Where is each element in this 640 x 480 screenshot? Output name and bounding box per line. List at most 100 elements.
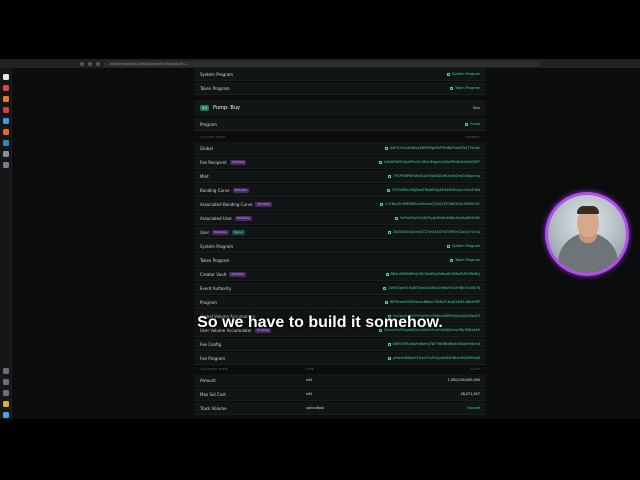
- account-row: Fee Recipient Writable CebN5WGQ4jvEPvsVU4E…: [194, 156, 486, 169]
- sidebar-app-icon[interactable]: [3, 401, 9, 407]
- account-address-link[interactable]: Token Program: [449, 86, 480, 90]
- sidebar-app-icon[interactable]: [3, 368, 9, 374]
- copy-icon[interactable]: [449, 258, 453, 262]
- sidebar-app-icon[interactable]: [3, 107, 9, 113]
- argument-type: u64: [306, 392, 313, 396]
- account-address-link[interactable]: System Program: [446, 72, 480, 76]
- account-address-link[interactable]: Token Program: [449, 258, 480, 262]
- copy-icon[interactable]: [446, 244, 450, 248]
- account-name: Creator Vault Writable: [200, 271, 246, 277]
- column-header: ADDRESS: [465, 135, 480, 139]
- copy-icon[interactable]: [388, 174, 392, 178]
- sidebar-app-icon[interactable]: [3, 412, 9, 418]
- sidebar-app-icon[interactable]: [3, 140, 9, 146]
- expand-button[interactable]: Expand: [467, 406, 480, 410]
- account-name: Bonding Curve Writable: [200, 187, 250, 193]
- account-address-link[interactable]: 3TKGWRo1WjJDasTRbJ6RQq4EmkN9SvJnLvCAoFn8…: [386, 188, 480, 192]
- account-row: Token Program Token Program: [194, 82, 486, 95]
- account-row: Global 4wTV1YmiEkWvAEttRPi9gGHZ9YdBkPsoVK…: [194, 142, 486, 155]
- video-caption: So we have to build it somehow.: [197, 314, 443, 331]
- account-row: User Writable Signer 2bDsEGEoQXnG4TZ7mSa1ST…: [194, 226, 486, 239]
- account-name: Program: [200, 300, 217, 305]
- account-row: Token Program Token Program: [194, 254, 486, 267]
- column-header: ACCOUNT NAME: [200, 135, 226, 139]
- copy-icon[interactable]: [386, 188, 390, 192]
- writable-badge: Writable: [232, 187, 250, 193]
- sidebar-app-icon[interactable]: [3, 118, 9, 124]
- account-name: Fee Recipient Writable: [200, 159, 247, 165]
- account-address-link[interactable]: 2bDsEGEoQXnG4TZ7mSa1STdJTXMRrGCaQuY1nCp: [387, 230, 480, 234]
- account-address-link[interactable]: 9eFsAGkyH1ANSEyjJaMmEvtD8pXtwJhjdDrt5Bh: [395, 216, 480, 220]
- account-address-link[interactable]: Ce6TQqeHC9p8fE3wdLXvWsZnH8bYV1eHBE7xV4N7…: [383, 286, 480, 290]
- account-address-link[interactable]: CuTKexZrVMENRKn4dYsawQQ5QYZETpKGfQh1fNMG…: [380, 202, 480, 206]
- copy-icon[interactable]: [387, 230, 391, 234]
- account-name: User Writable Signer: [200, 229, 246, 235]
- argument-row: Amount u64 1,000,000,000,000: [194, 374, 486, 387]
- transaction-details: System Program System Program Token Prog…: [194, 68, 486, 419]
- forward-icon[interactable]: [88, 61, 92, 66]
- argument-type: optionBool: [306, 406, 325, 410]
- account-row: System Program System Program: [194, 68, 486, 81]
- account-name: Mint: [200, 174, 209, 179]
- account-address-link[interactable]: pfeeUxB6jkeY1Hxd7CsFCAjcbHA9rWtchMGdZ6Vo…: [388, 356, 480, 360]
- sidebar-app-icon[interactable]: [3, 74, 9, 80]
- instruction-title: Pump: Buy: [213, 105, 240, 111]
- account-address-link[interactable]: 4wTV1YmiEkWvAEttRPi9gGHZ9YdBkPsoVK9zjTTk…: [384, 146, 480, 150]
- copy-icon[interactable]: [385, 300, 389, 304]
- account-address-link[interactable]: BB4nMN5M8Rq13N7bkNSa2fA8sdEVGNsf5ZEf2NtN…: [385, 272, 480, 276]
- signer-badge: Signer: [231, 229, 246, 235]
- account-row: Bonding Curve Writable 3TKGWRo1WjJDasTRbJ6…: [194, 184, 486, 197]
- sidebar-app-icon[interactable]: [3, 162, 9, 168]
- sidebar-app-icon[interactable]: [3, 96, 9, 102]
- sidebar-app-icon[interactable]: [3, 151, 9, 157]
- sidebar-app-icon[interactable]: [3, 129, 9, 135]
- copy-icon[interactable]: [388, 356, 392, 360]
- copy-icon[interactable]: [395, 216, 399, 220]
- account-row: Mint 7YVPFWPWYzRsKuLiR5pNGEbMj3eEeZmJ3t3b…: [194, 170, 486, 183]
- account-name-label: Global: [200, 145, 213, 151]
- writable-badge: Writable: [229, 159, 247, 165]
- writable-badge: Writable: [235, 215, 252, 221]
- account-address-link[interactable]: 8Wf5TiMUz8p9vJ6eFq7W7TwNBNWq4nBXqf4hNVnd: [387, 342, 480, 346]
- writable-badge: Writable: [229, 271, 246, 277]
- argument-row: Track Volume optionBool Expand: [194, 402, 486, 415]
- browser-address-bar: explorer.solana.com/tx/pumpfun?signature…: [0, 59, 640, 68]
- back-icon[interactable]: [80, 61, 84, 66]
- account-name-label: Mint: [200, 173, 209, 179]
- argument-value: 1,000,000,000,000: [447, 378, 480, 382]
- raw-toggle[interactable]: Raw: [473, 106, 480, 110]
- url-input[interactable]: explorer.solana.com/tx/pumpfun?signature…: [104, 60, 540, 67]
- copy-icon[interactable]: [378, 160, 382, 164]
- account-row: Fee Program pfeeUxB6jkeY1Hxd7CsFCAjcbHA9r…: [194, 352, 486, 365]
- account-name-label: Token Program: [200, 257, 230, 263]
- argument-type: u64: [306, 378, 313, 382]
- account-name-label: Associated User: [200, 215, 233, 221]
- account-name: Global: [200, 146, 213, 151]
- copy-icon[interactable]: [380, 202, 384, 206]
- copy-icon[interactable]: [387, 342, 391, 346]
- accounts-table-header: ACCOUNT NAME ADDRESS: [194, 133, 486, 141]
- copy-icon[interactable]: [384, 146, 388, 150]
- account-name-label: System Program: [200, 243, 234, 249]
- account-row: Creator Vault Writable BB4nMN5M8Rq13N7bkNS…: [194, 268, 486, 281]
- account-address-link[interactable]: System Program: [446, 244, 480, 248]
- account-address-link[interactable]: CebN5WGQ4jvEPvsVU4EoHEpgznyQHeP8hBxKw5vK…: [378, 160, 480, 164]
- account-address-link[interactable]: 6EF8rrecthR5Dkzon8Nwu78hRvfCKubJ14M5uBEw…: [385, 300, 480, 304]
- copy-icon[interactable]: [465, 122, 469, 126]
- program-link[interactable]: Pump: [465, 122, 480, 126]
- account-name-label: Fee Recipient: [200, 159, 227, 165]
- copy-icon[interactable]: [449, 86, 453, 90]
- account-address-link[interactable]: 7YVPFWPWYzRsKuLiR5pNGEbMj3eEeZmJ3t3bpump: [388, 174, 480, 178]
- browser-sidebar: [0, 68, 12, 419]
- account-name-label: Event Authority: [200, 285, 232, 291]
- sidebar-app-icon[interactable]: [3, 379, 9, 385]
- instruction-number-badge: #3: [200, 105, 209, 111]
- presenter-hair: [577, 206, 599, 214]
- reload-icon[interactable]: [96, 61, 100, 66]
- account-name: System Program: [200, 71, 234, 77]
- copy-icon[interactable]: [383, 286, 387, 290]
- copy-icon[interactable]: [385, 272, 389, 276]
- copy-icon[interactable]: [446, 72, 450, 76]
- sidebar-app-icon[interactable]: [3, 390, 9, 396]
- sidebar-app-icon[interactable]: [3, 85, 9, 91]
